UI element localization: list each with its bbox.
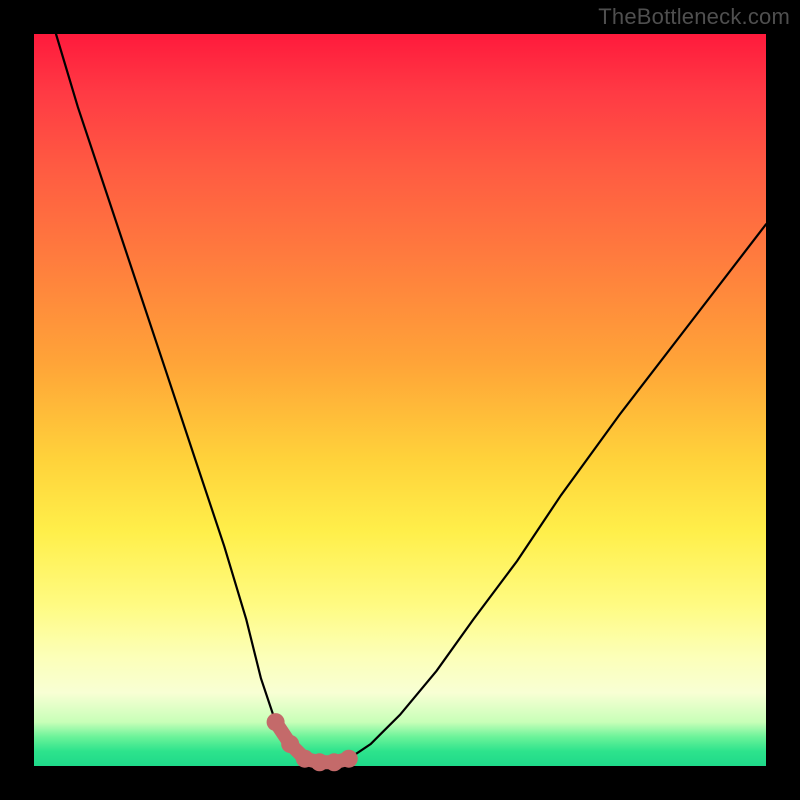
plot-area [34, 34, 766, 766]
valley-dot [267, 713, 285, 731]
chart-frame: TheBottleneck.com [0, 0, 800, 800]
valley-dots [267, 713, 358, 771]
valley-dot [281, 735, 299, 753]
curve-svg [34, 34, 766, 766]
valley-dot [340, 750, 358, 768]
watermark-text: TheBottleneck.com [598, 4, 790, 30]
bottleneck-curve [56, 34, 766, 762]
